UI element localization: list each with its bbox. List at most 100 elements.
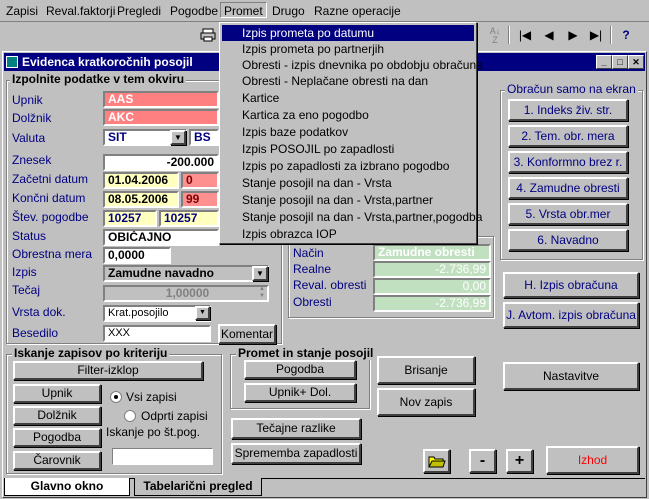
menu-item-obresti-dnevnik[interactable]: Obresti - izpis dnevnika po obdobju obra… xyxy=(222,57,483,73)
app-icon xyxy=(6,56,18,68)
menu-item-stanje-vrsta-partner-pogodba[interactable]: Stanje posojil na dan - Vrsta,partner,po… xyxy=(222,209,482,225)
maximize-button[interactable]: □ xyxy=(612,55,628,69)
menu-item-izpis-iop[interactable]: Izpis obrazca IOP xyxy=(222,226,474,242)
menu-razne-operacije[interactable]: Razne operacije xyxy=(311,3,404,19)
next-record-icon[interactable]: ▶ xyxy=(562,25,584,45)
print-icon[interactable] xyxy=(197,25,219,45)
chevron-down-icon[interactable]: ▼ xyxy=(252,266,268,281)
iskanje-po-st-label: Iskanje po št.pog. xyxy=(106,425,201,439)
minus-button[interactable]: - xyxy=(469,449,496,473)
menu-item-izpis-prometa-po-datumu[interactable]: Izpis prometa po datumu xyxy=(222,25,474,41)
valuta-label: Valuta xyxy=(12,131,46,145)
upnik-search-button[interactable]: Upnik xyxy=(13,384,101,403)
izpis-select[interactable]: Zamudne navadno xyxy=(103,265,269,282)
realne-label: Realne xyxy=(293,262,332,276)
upnik-label: Upnik xyxy=(12,93,43,107)
valuta2-field[interactable]: BS xyxy=(189,129,219,146)
plus-button[interactable]: + xyxy=(506,449,533,473)
iskanje-po-st-field[interactable] xyxy=(112,448,213,465)
filter-button[interactable]: Filter-izklop xyxy=(13,361,203,380)
komentar-button[interactable]: Komentar xyxy=(218,324,276,344)
nov-zapis-button[interactable]: Nov zapis xyxy=(377,388,475,416)
zamudne-obresti-button[interactable]: 4. Zamudne obresti xyxy=(508,177,628,199)
tab-tabelaricni-pregled[interactable]: Tabelarični pregled xyxy=(134,478,262,496)
sprememba-zapadlosti-button[interactable]: Sprememba zapadlosti xyxy=(231,443,361,464)
brisanje-button[interactable]: Brisanje xyxy=(377,356,475,384)
carovnik-button[interactable]: Čarovnik xyxy=(13,451,101,470)
besedilo-field[interactable]: XXX xyxy=(103,325,211,342)
dolznik-label: Dolžnik xyxy=(12,111,52,125)
stev-pogodbe2-field[interactable]: 10257 xyxy=(159,210,219,227)
menu-item-zapadlost-pogodba[interactable]: Izpis po zapadlosti za izbrano pogodbo xyxy=(222,158,474,174)
navadno-button[interactable]: 6. Navadno xyxy=(508,229,628,251)
menu-item-izpis-prometa-po-partnerjih[interactable]: Izpis prometa po partnerjih xyxy=(222,41,474,57)
help-icon[interactable]: ? xyxy=(615,25,637,45)
vrsta-obr-mer-button[interactable]: 5. Vrsta obr.mer xyxy=(508,203,628,225)
menu-promet[interactable]: Promet xyxy=(220,2,267,18)
pogodba-search-button[interactable]: Pogodba xyxy=(13,428,101,447)
izpis-obracuna-button[interactable]: H. Izpis obračuna xyxy=(503,272,639,298)
reval-obresti-label: Reval. obresti xyxy=(293,278,367,292)
promet-stanje-title: Promet in stanje posojil xyxy=(236,346,376,360)
obrestna-mera-field[interactable]: 0,0000 xyxy=(103,247,171,264)
obracun-title: Obračun samo na ekran xyxy=(505,82,638,96)
zacetni-n-field[interactable]: 0 xyxy=(181,172,219,189)
menu-item-posojila-zapadlost[interactable]: Izpis POSOJIL po zapadlosti xyxy=(222,141,474,157)
menu-item-stanje-vrsta[interactable]: Stanje posojil na dan - Vrsta xyxy=(222,175,474,191)
nastavitve-button[interactable]: Nastavitve xyxy=(503,362,639,390)
odprti-zapisi-label: Odprti zapisi xyxy=(141,409,208,423)
spinner-icon[interactable]: ▲ ▼ xyxy=(256,286,268,300)
upnik-field[interactable]: AAS xyxy=(103,91,219,108)
tab-glavno-okno[interactable]: Glavno okno xyxy=(4,478,130,496)
prev-record-icon[interactable]: ◀ xyxy=(538,25,560,45)
menu-pregledi[interactable]: Pregledi xyxy=(114,3,164,19)
obrestna-mera-label: Obrestna mera xyxy=(12,247,93,261)
nacin-label: Način xyxy=(293,246,324,260)
menu-zapisi[interactable]: Zapisi xyxy=(3,3,41,19)
menu-drugo[interactable]: Drugo xyxy=(269,3,308,19)
menu-item-neplacane-obresti[interactable]: Obresti - Neplačane obresti na dan xyxy=(222,73,474,89)
obresti-field: -2.736,99 xyxy=(373,295,491,312)
koncni-datum-field[interactable]: 08.05.2006 xyxy=(103,191,179,208)
zacetni-datum-field[interactable]: 01.04.2006 xyxy=(103,172,179,189)
konformno-button[interactable]: 3. Konformno brez r. xyxy=(508,151,628,173)
tecaj-label: Tečaj xyxy=(12,283,41,297)
status-field[interactable]: OBIČAJNO xyxy=(103,229,219,246)
menu-reval-faktorji[interactable]: Reval.faktorji xyxy=(43,3,118,19)
tem-obr-mera-button[interactable]: 2. Tem. obr. mera xyxy=(508,125,628,147)
vsi-zapisi-label: Vsi zapisi xyxy=(126,390,177,404)
first-record-icon[interactable]: |◀ xyxy=(514,25,536,45)
last-record-icon[interactable]: ▶| xyxy=(585,25,607,45)
dolznik-field[interactable]: AKC xyxy=(103,109,219,126)
stev-pogodbe-field[interactable]: 10257 xyxy=(103,210,157,227)
stev-pogodbe-label: Štev. pogodbe xyxy=(12,210,89,224)
znesek-field[interactable]: -200.000 xyxy=(103,154,219,171)
upnik-dol-button[interactable]: Upnik+ Dol. xyxy=(244,383,356,402)
menu-pogodbe[interactable]: Pogodbe xyxy=(167,3,221,19)
tecajne-razlike-button[interactable]: Tečajne razlike xyxy=(231,418,361,439)
pogodba-promet-button[interactable]: Pogodba xyxy=(244,360,356,379)
avtom-izpis-button[interactable]: J. Avtom. izpis obračuna xyxy=(503,302,639,328)
zacetni-datum-label: Začetni datum xyxy=(12,172,89,186)
indeks-button[interactable]: 1. Indeks živ. str. xyxy=(508,99,628,121)
znesek-label: Znesek xyxy=(12,153,52,167)
tecaj-field[interactable]: 1,00000 xyxy=(103,285,269,302)
izpis-label: Izpis xyxy=(12,265,37,279)
menu-item-kartice[interactable]: Kartice xyxy=(222,90,474,106)
sort-icon[interactable]: A↓ Z xyxy=(484,25,506,45)
menu-item-izpis-baze[interactable]: Izpis baze podatkov xyxy=(222,124,474,140)
menu-item-stanje-vrsta-partner[interactable]: Stanje posojil na dan - Vrsta,partner xyxy=(222,192,474,208)
chevron-down-icon[interactable]: ▼ xyxy=(195,306,210,320)
minimize-button[interactable]: _ xyxy=(596,55,612,69)
open-folder-icon[interactable] xyxy=(423,449,450,473)
vsi-zapisi-radio[interactable] xyxy=(110,391,122,403)
obresti-label: Obresti xyxy=(293,295,332,309)
odprti-zapisi-radio[interactable] xyxy=(124,410,136,422)
close-button[interactable]: ✕ xyxy=(628,55,644,69)
iskanje-title: Iskanje zapisov po kriteriju xyxy=(12,346,170,360)
dolznik-search-button[interactable]: Dolžnik xyxy=(13,406,101,425)
koncni-n-field[interactable]: 99 xyxy=(181,191,219,208)
chevron-down-icon[interactable]: ▼ xyxy=(170,130,186,145)
menu-item-kartica-pogodba[interactable]: Kartica za eno pogodbo xyxy=(222,107,474,123)
izhod-button[interactable]: Izhod xyxy=(546,446,639,474)
